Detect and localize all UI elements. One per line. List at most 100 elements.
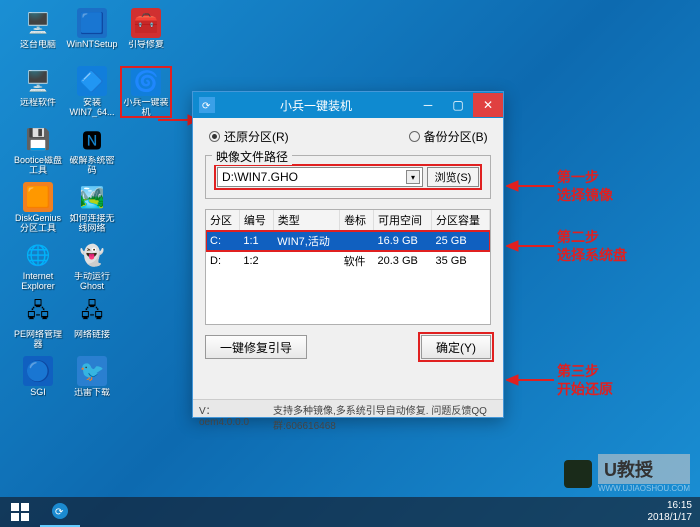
desktop-icon[interactable]: 🧰 引导修复 <box>120 8 172 60</box>
dropdown-icon[interactable]: ▾ <box>406 170 420 184</box>
column-header[interactable]: 分区 <box>206 210 239 231</box>
app-icon: 🖥️ <box>23 8 53 38</box>
svg-text:⟳: ⟳ <box>55 507 64 518</box>
partition-table: 分区编号类型卷标可用空间分区容量 C:1:1WIN7,活动16.9 GB25 G… <box>205 209 491 325</box>
table-row[interactable]: C:1:1WIN7,活动16.9 GB25 GB <box>206 231 490 252</box>
desktop-icon[interactable]: 🐦迅雷下载 <box>66 356 118 408</box>
system-tray[interactable]: 16:15 2018/1/17 <box>648 500 700 524</box>
clock-date: 2018/1/17 <box>648 512 693 524</box>
taskbar-app-item[interactable]: ⟳ <box>40 497 80 527</box>
desktop-icon[interactable]: 🟧DiskGenius分区工具 <box>12 182 64 234</box>
ok-button[interactable]: 确定(Y) <box>421 335 491 359</box>
titlebar[interactable]: ⟳ 小兵一键装机 ─ ▢ ✕ <box>193 92 503 118</box>
desktop-icon[interactable]: 🔷安装WIN7_64... <box>66 66 118 118</box>
table-cell <box>273 251 339 271</box>
app-icon: 🟧 <box>23 182 53 212</box>
restore-radio[interactable]: 还原分区(R) <box>209 128 289 145</box>
table-cell: D: <box>206 251 239 271</box>
desktop-icon[interactable]: 🖧PE网络管理器 <box>12 298 64 350</box>
start-button[interactable] <box>0 497 40 527</box>
desktop-icon-label: Bootice磁盘工具 <box>12 156 64 176</box>
column-header[interactable]: 编号 <box>239 210 273 231</box>
desktop-icon-label: Internet Explorer <box>12 272 64 292</box>
desktop-icon-label: 破解系统密码 <box>66 156 118 176</box>
table-cell: C: <box>206 231 239 252</box>
desktop-icon-label: PE网络管理器 <box>12 330 64 350</box>
table-cell: 软件 <box>340 251 374 271</box>
watermark: U教授 WWW.UJIAOSHOU.COM <box>564 454 690 493</box>
app-window: ⟳ 小兵一键装机 ─ ▢ ✕ 还原分区(R) 备份分区(B) 映像文件路径 D:… <box>192 91 504 418</box>
column-header[interactable]: 可用空间 <box>373 210 431 231</box>
annotation-step1: 第一步 选择镜像 <box>557 168 613 204</box>
desktop-icon[interactable]: 💾Bootice磁盘工具 <box>12 124 64 176</box>
desktop-icon[interactable]: 🏞️如何连接无线网络 <box>66 182 118 234</box>
app-icon: 🧰 <box>131 8 161 38</box>
watermark-badge-icon <box>564 460 592 488</box>
desktop-icon-label: DiskGenius分区工具 <box>12 214 64 234</box>
desktop-icon[interactable]: 🖥️这台电脑 <box>12 8 64 60</box>
clock-time: 16:15 <box>648 500 693 512</box>
desktop-icon-label: 安装WIN7_64... <box>66 98 118 118</box>
desktop-icon[interactable]: 🌐Internet Explorer <box>12 240 64 292</box>
watermark-url: WWW.UJIAOSHOU.COM <box>598 484 690 493</box>
column-header[interactable]: 分区容量 <box>431 210 489 231</box>
desktop-icon-label: WinNTSetup <box>66 40 117 50</box>
radio-icon <box>209 131 220 142</box>
app-icon: 🖧 <box>77 298 107 328</box>
status-info: 支持多种镜像,多系统引导自动修复. 问题反馈QQ群:606616468 <box>273 402 497 415</box>
restore-radio-label: 还原分区(R) <box>224 128 289 145</box>
app-icon: 🖧 <box>23 298 53 328</box>
image-path-fieldset: 映像文件路径 D:\WIN7.GHO ▾ 浏览(S) <box>205 155 491 199</box>
desktop-icon-label: 远程软件 <box>20 98 56 108</box>
taskbar: ⟳ 16:15 2018/1/17 <box>0 497 700 527</box>
desktop-icon-label: 手动运行Ghost <box>66 272 118 292</box>
column-header[interactable]: 卷标 <box>340 210 374 231</box>
desktop-icon[interactable]: 🅽破解系统密码 <box>66 124 118 176</box>
app-icon: 👻 <box>77 240 107 270</box>
windows-logo-icon <box>11 503 29 521</box>
backup-radio-label: 备份分区(B) <box>424 128 488 145</box>
desktop-icon[interactable]: 🟦 WinNTSetup <box>66 8 118 60</box>
desktop-icon-label: 引导修复 <box>128 40 164 50</box>
browse-button[interactable]: 浏览(S) <box>427 167 479 187</box>
table-cell: 25 GB <box>431 231 489 252</box>
app-icon: 💾 <box>23 124 53 154</box>
arrow-step3-icon <box>506 372 554 388</box>
desktop-icon-label: 网络链接 <box>74 330 110 340</box>
svg-text:⟳: ⟳ <box>202 101 211 112</box>
annotation-step3: 第三步 开始还原 <box>557 362 613 398</box>
app-icon: ⟳ <box>199 97 215 113</box>
table-cell <box>340 231 374 252</box>
version-label: V：oem4.0.0.0 <box>199 402 253 415</box>
watermark-brand: U教授 <box>598 454 690 484</box>
desktop-icon[interactable]: 🖥️ 远程软件 <box>12 66 64 118</box>
desktop-icon[interactable]: 👻手动运行Ghost <box>66 240 118 292</box>
column-header[interactable]: 类型 <box>273 210 339 231</box>
fieldset-legend: 映像文件路径 <box>212 148 292 165</box>
table-cell: 35 GB <box>431 251 489 271</box>
app-icon: 🌀 <box>131 68 161 96</box>
desktop-icon-label: SGI <box>30 388 46 398</box>
status-bar: V：oem4.0.0.0 支持多种镜像,多系统引导自动修复. 问题反馈QQ群:6… <box>193 399 503 417</box>
table-cell: 1:2 <box>239 251 273 271</box>
arrow-step2-icon <box>506 238 554 254</box>
table-row[interactable]: D:1:2软件20.3 GB35 GB <box>206 251 490 271</box>
radio-icon <box>409 131 420 142</box>
arrow-step1-icon <box>506 178 554 194</box>
maximize-button[interactable]: ▢ <box>443 93 473 117</box>
minimize-button[interactable]: ─ <box>413 93 443 117</box>
annotation-step2: 第二步 选择系统盘 <box>557 228 627 264</box>
table-cell: 1:1 <box>239 231 273 252</box>
image-path-input[interactable]: D:\WIN7.GHO ▾ <box>217 167 423 187</box>
desktop-icon[interactable]: 🔵 SGI <box>12 356 64 408</box>
window-title: 小兵一键装机 <box>219 97 413 114</box>
backup-radio[interactable]: 备份分区(B) <box>409 128 488 145</box>
desktop-icon[interactable]: 🖧 网络链接 <box>66 298 118 350</box>
app-icon: 🖥️ <box>23 66 53 96</box>
close-button[interactable]: ✕ <box>473 93 503 117</box>
app-icon: 🏞️ <box>77 182 107 212</box>
table-cell: 16.9 GB <box>373 231 431 252</box>
app-icon: 🔵 <box>23 356 53 386</box>
app-icon: 🟦 <box>77 8 107 38</box>
repair-boot-button[interactable]: 一键修复引导 <box>205 335 307 359</box>
